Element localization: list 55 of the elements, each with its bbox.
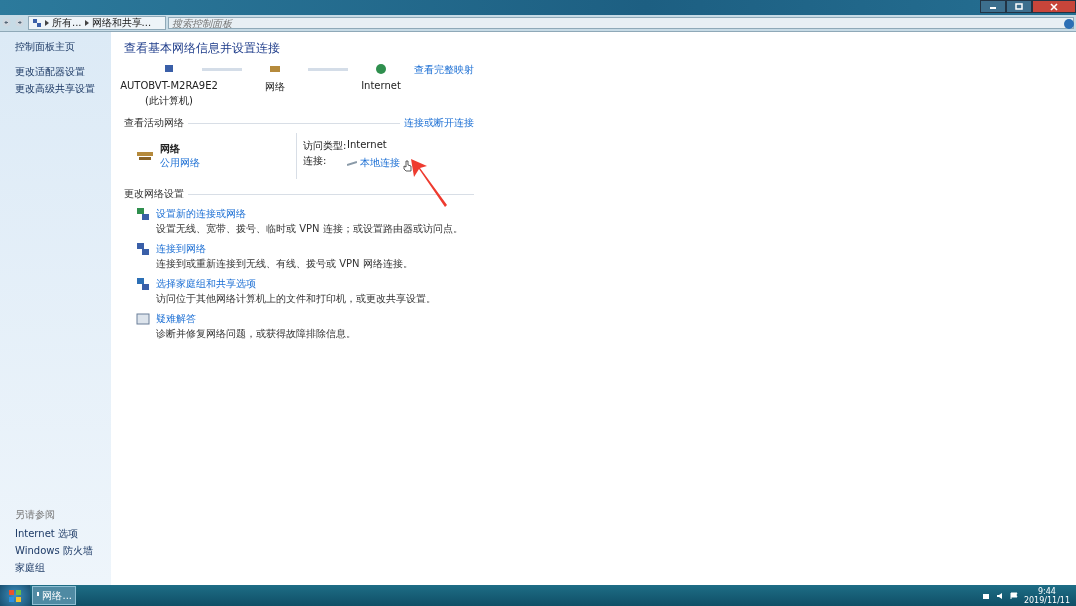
access-type-label: 访问类型:: [303, 139, 345, 153]
search-field[interactable]: 搜索控制面板: [168, 17, 1074, 29]
close-button[interactable]: [1032, 0, 1076, 13]
chevron-icon: [84, 20, 89, 26]
breadcrumb[interactable]: 网络和共享...: [91, 17, 152, 29]
map-node-label: Internet: [361, 80, 401, 91]
local-connection-link[interactable]: 本地连接: [360, 156, 400, 170]
view-full-map-link[interactable]: 查看完整映射: [414, 63, 474, 77]
globe-icon: [375, 63, 387, 75]
network-name: 网络: [160, 142, 181, 156]
restore-button[interactable]: [1006, 0, 1032, 13]
section-heading: 更改网络设置: [124, 187, 184, 201]
windows-logo: [8, 588, 22, 603]
task-link[interactable]: 连接到网络: [156, 242, 413, 256]
flag-icon[interactable]: [1009, 591, 1018, 600]
task-link[interactable]: 设置新的连接或网络: [156, 207, 463, 221]
taskbar-window-button[interactable]: 网络...: [32, 586, 76, 605]
connect-disconnect-link[interactable]: 连接或断开连接: [404, 116, 474, 130]
clock[interactable]: 9:44 2019/11/11: [1023, 586, 1070, 605]
network-computers-icon: [136, 277, 150, 291]
volume-icon[interactable]: [995, 591, 1004, 600]
task-link[interactable]: 选择家庭组和共享选项: [156, 277, 436, 291]
monitor-icon: [136, 312, 150, 326]
access-type-value: Internet: [347, 139, 387, 152]
address-field[interactable]: 所有... 网络和共享...: [28, 16, 166, 30]
map-node-label: 网络: [265, 80, 285, 94]
connection-label: 连接:: [303, 154, 328, 168]
close-icon: [1050, 2, 1058, 11]
see-also-link[interactable]: 家庭组: [15, 561, 111, 575]
hand-pointer-icon: [403, 160, 412, 172]
cable-icon: [347, 160, 357, 166]
network-computers-icon: [136, 207, 150, 221]
network-computers-icon: [136, 242, 150, 256]
task-description: 设置无线、宽带、拨号、临时或 VPN 连接；或设置路由器或访问点。: [156, 222, 463, 236]
chevron-icon: [45, 20, 49, 26]
map-node-label: AUTOBVT-M2RA9E2: [120, 80, 218, 91]
task-link[interactable]: 疑难解答: [156, 312, 356, 326]
see-also-heading: 另请参阅: [15, 508, 56, 522]
sidebar-link[interactable]: 更改高级共享设置: [15, 82, 111, 96]
task-description: 访问位于其他网络计算机上的文件和打印机，或更改共享设置。: [156, 292, 436, 306]
map-node-sublabel: (此计算机): [145, 94, 193, 108]
page-title: 查看基本网络信息并设置连接: [124, 40, 281, 57]
minimize-button[interactable]: [980, 0, 1006, 13]
see-also-link[interactable]: Windows 防火墙: [15, 544, 111, 558]
sidebar-link[interactable]: 更改适配器设置: [15, 65, 111, 79]
sidebar-link[interactable]: 控制面板主页: [15, 40, 111, 54]
breadcrumb[interactable]: 所有...: [52, 17, 82, 29]
see-also-link[interactable]: Internet 选项: [15, 527, 111, 541]
start-button[interactable]: [0, 585, 30, 606]
task-description: 连接到或重新连接到无线、有线、拨号或 VPN 网络连接。: [156, 257, 413, 271]
task-description: 诊断并修复网络问题，或获得故障排除信息。: [156, 327, 356, 341]
annotation-arrow: [409, 157, 449, 209]
network-type-link[interactable]: 公用网络: [160, 156, 200, 170]
restore-icon: [1015, 3, 1023, 10]
section-heading: 查看活动网络: [124, 116, 184, 130]
